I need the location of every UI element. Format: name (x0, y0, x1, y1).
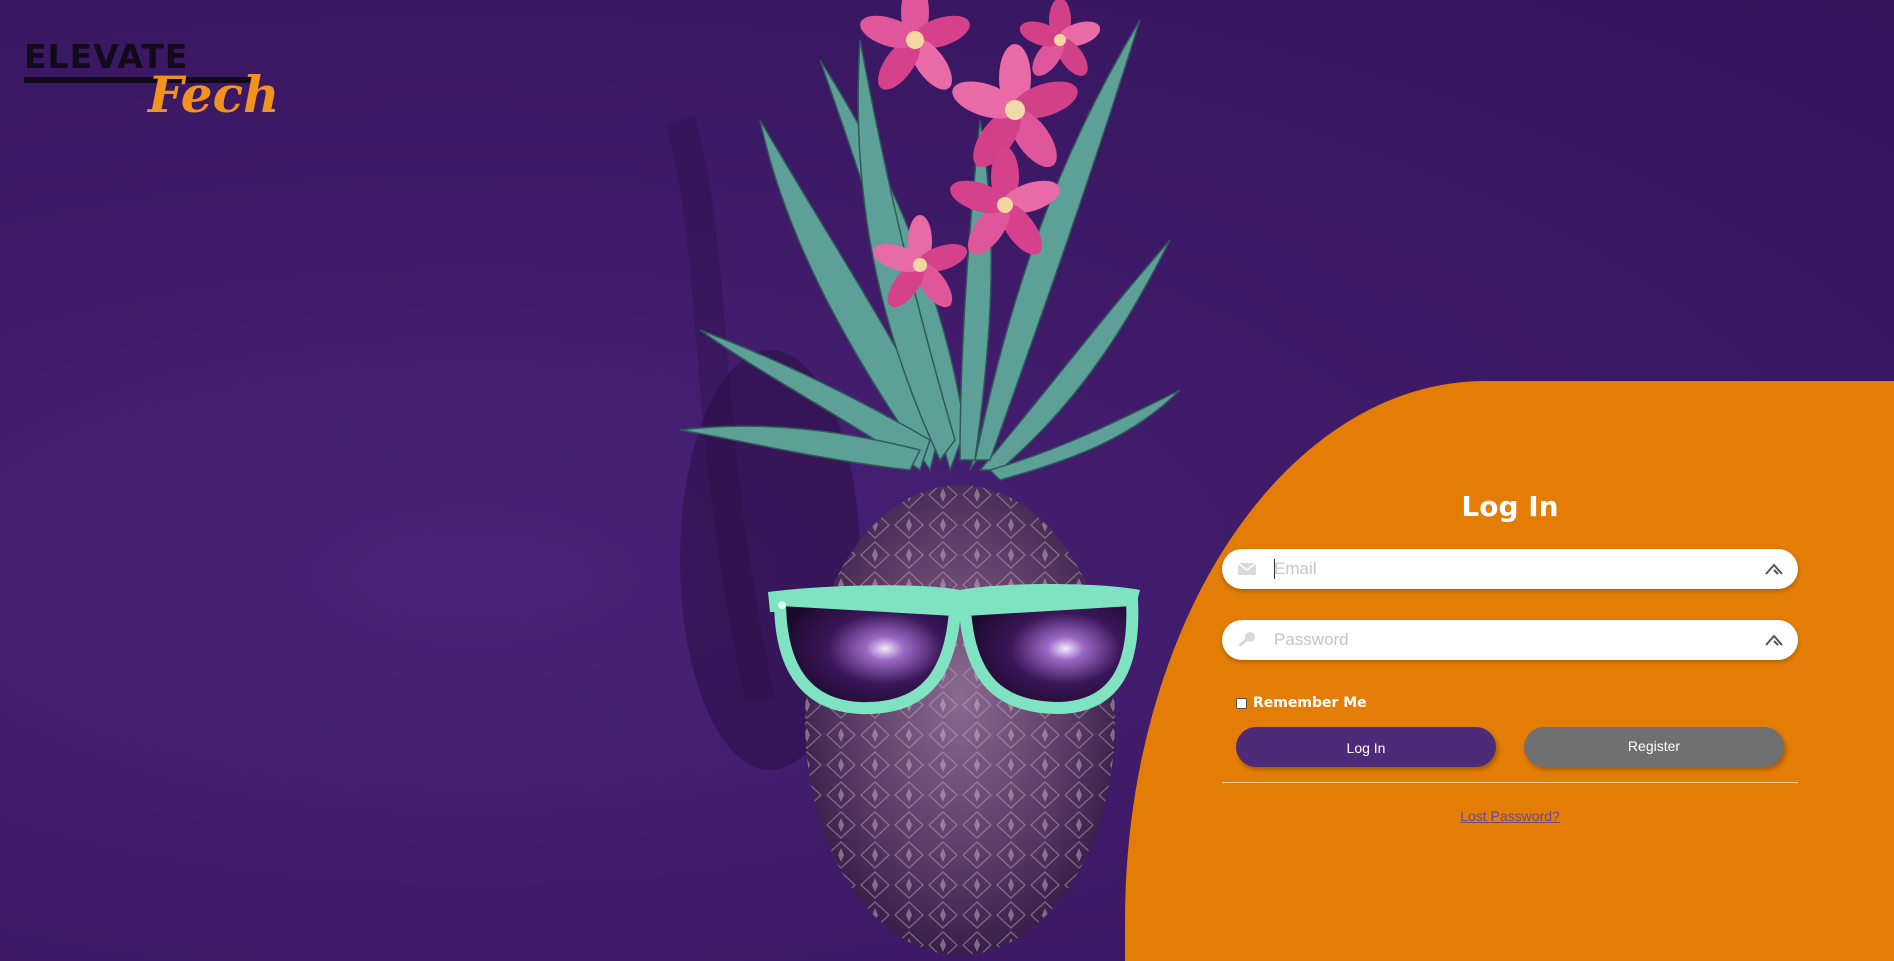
password-input[interactable] (1270, 620, 1748, 660)
email-field[interactable] (1222, 549, 1798, 589)
autofill-key-icon[interactable] (1764, 561, 1784, 577)
remember-me-label[interactable]: Remember Me (1253, 695, 1367, 711)
logo-script-text: Fech (148, 65, 280, 124)
login-panel (1125, 381, 1894, 961)
brand-logo: ELEVATE Fech (24, 40, 279, 130)
remember-me-row[interactable]: Remember Me (1236, 693, 1367, 713)
remember-me-checkbox[interactable] (1236, 697, 1247, 709)
password-field[interactable] (1222, 620, 1798, 660)
key-icon (1238, 632, 1255, 647)
divider (1222, 782, 1798, 783)
lost-password-link[interactable]: Lost Password? (1222, 808, 1798, 824)
text-caret (1274, 559, 1275, 579)
hero-pineapple-image (665, 0, 1180, 955)
login-page: ELEVATE Fech Log In Email Remember Me Lo… (0, 0, 1894, 961)
login-button[interactable]: Log In (1236, 727, 1496, 767)
email-input[interactable] (1270, 549, 1748, 589)
register-button[interactable]: Register (1524, 727, 1784, 767)
login-title: Log In (1461, 490, 1559, 523)
autofill-key-icon[interactable] (1764, 632, 1784, 648)
envelope-icon (1237, 562, 1257, 575)
